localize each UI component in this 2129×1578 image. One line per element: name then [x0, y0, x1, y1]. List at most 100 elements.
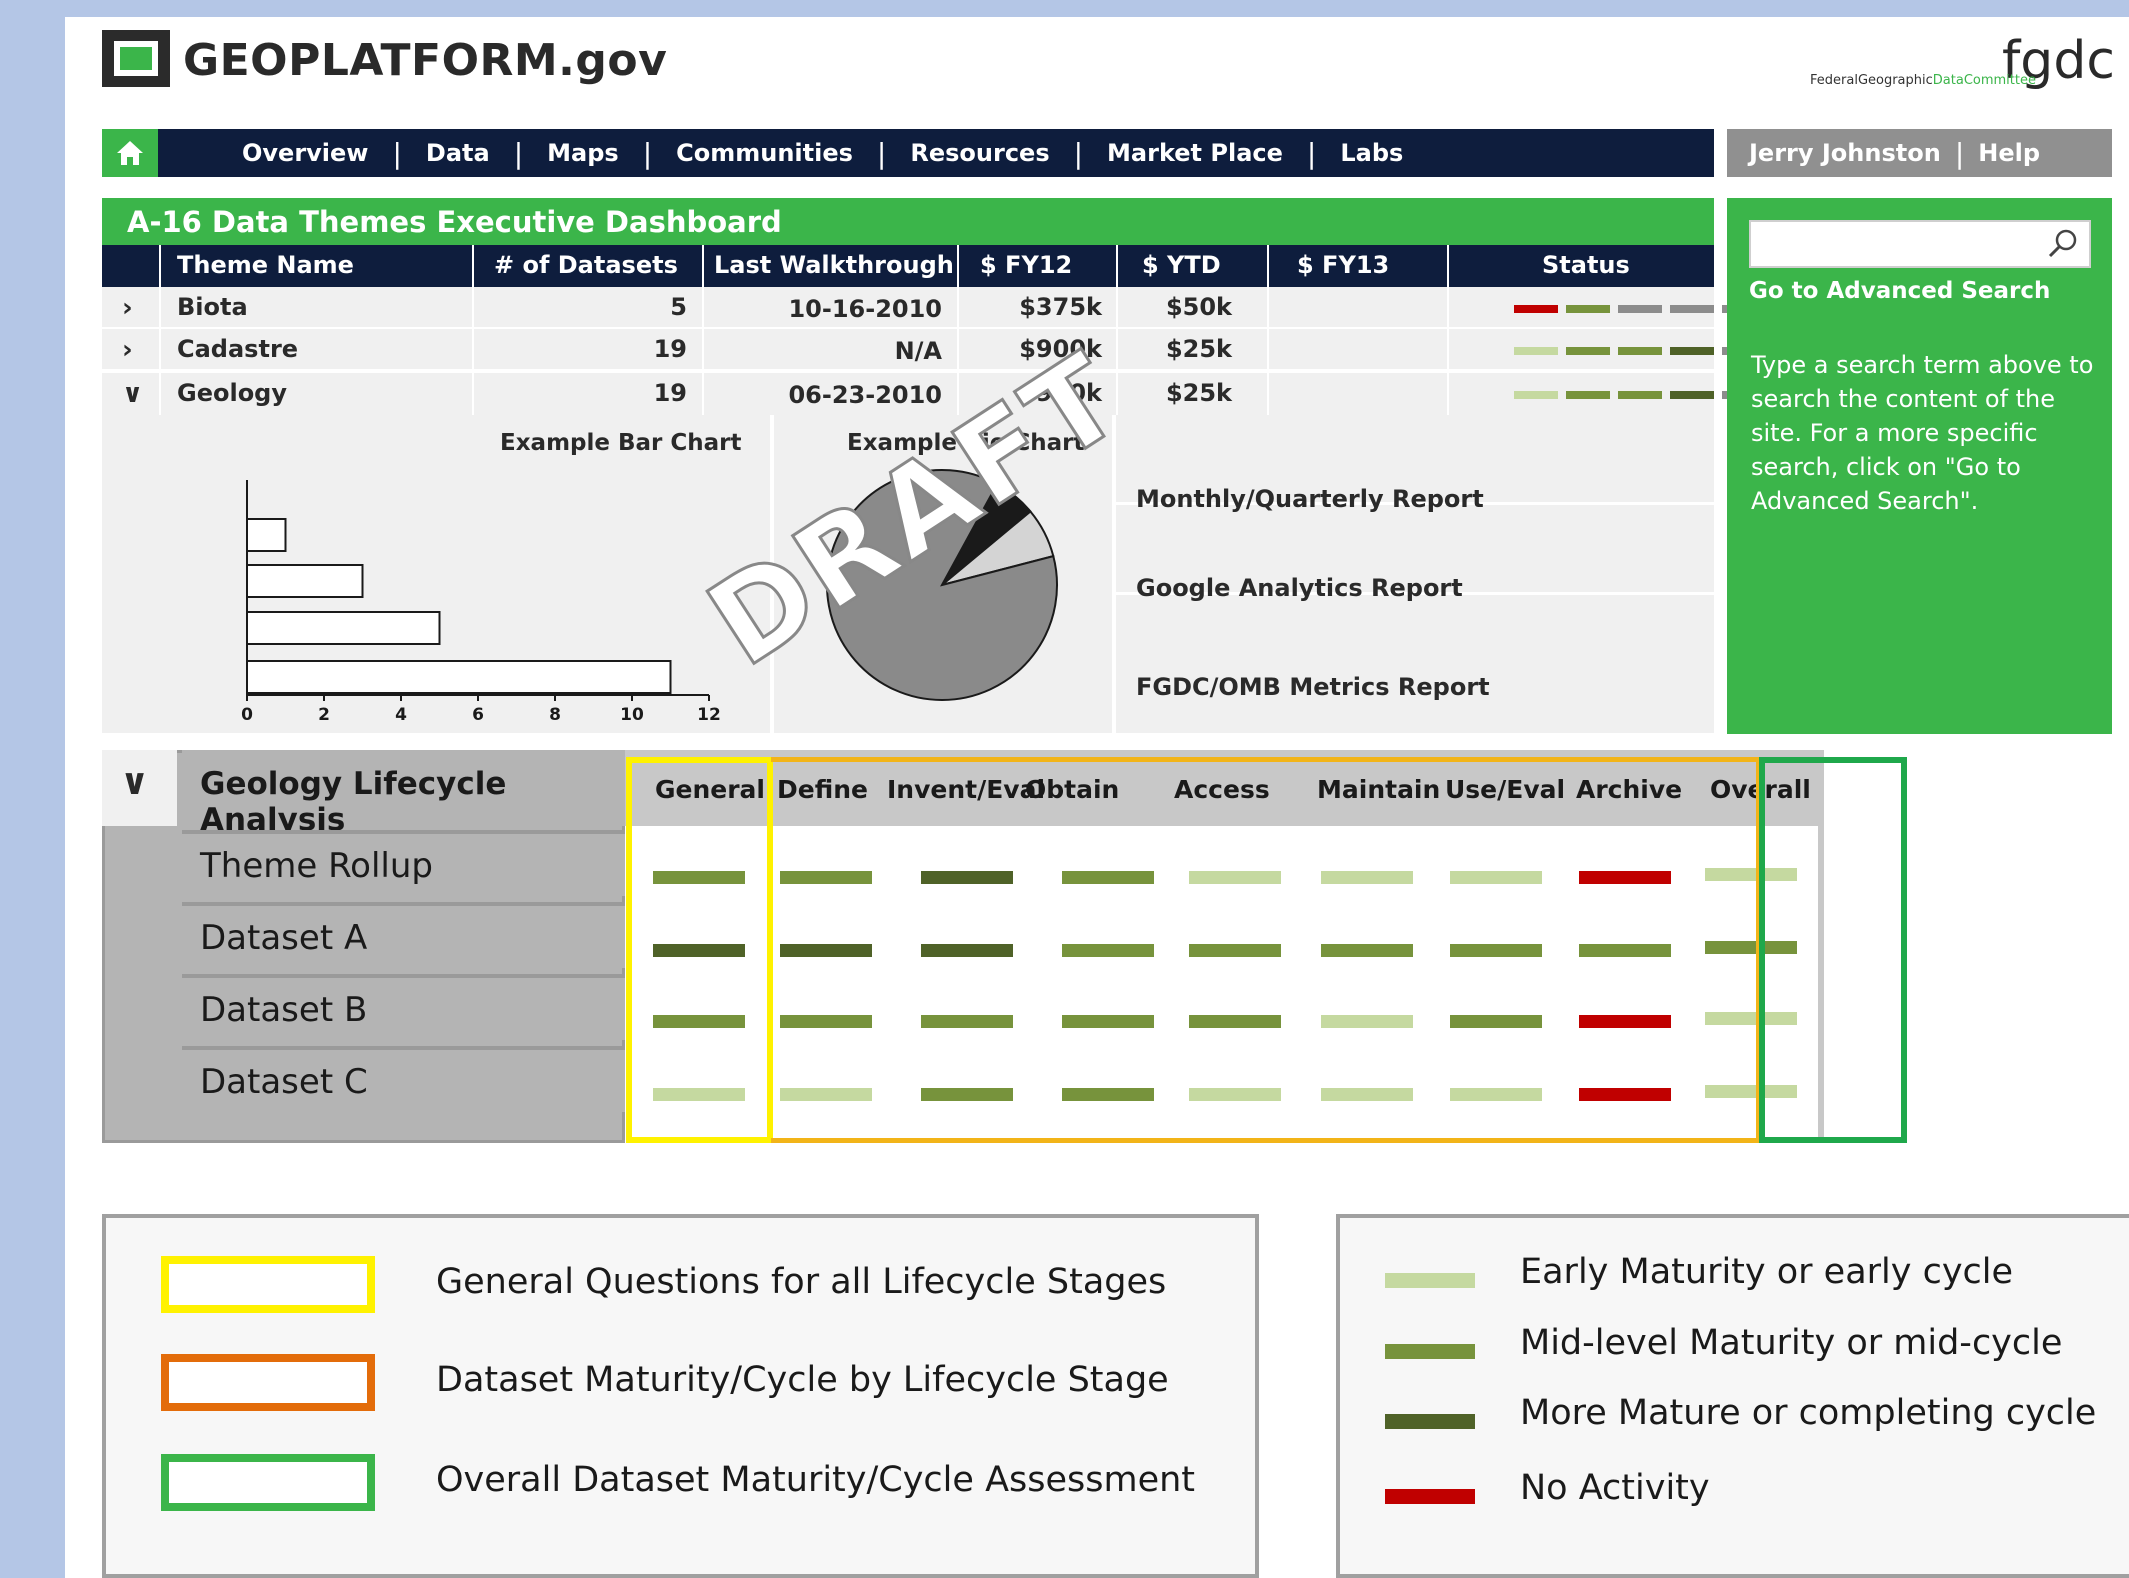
bar-mark[interactable] — [246, 564, 364, 598]
nav-item-data[interactable]: Data — [426, 139, 490, 167]
geoplatform-logo[interactable] — [102, 30, 170, 87]
nav-separator: | — [513, 136, 524, 170]
legend-frame-label: Overall Dataset Maturity/Cycle Assessmen… — [436, 1460, 1196, 1500]
bar-mark[interactable] — [246, 611, 441, 645]
legend-frame-label: General Questions for all Lifecycle Stag… — [436, 1262, 1167, 1302]
status-indicator — [1566, 347, 1610, 355]
maturity-legend: Early Maturity or early cycle Mid-level M… — [1336, 1214, 2129, 1578]
col-fy12[interactable]: $ FY12 — [980, 251, 1072, 279]
lifecycle-row-name: Theme Rollup — [200, 846, 434, 886]
status-indicator — [1514, 305, 1558, 313]
chevron-right-icon[interactable]: › — [122, 335, 133, 365]
col-status[interactable]: Status — [1542, 251, 1630, 279]
last-walkthrough: 10-16-2010 — [788, 295, 942, 323]
nav-separator: | — [1073, 136, 1084, 170]
theme-name[interactable]: Biota — [177, 293, 248, 321]
nav-separator: | — [1954, 136, 1965, 170]
legend-frame-swatch — [161, 1454, 375, 1511]
col-ytd[interactable]: $ YTD — [1142, 251, 1221, 279]
legend-frame-swatch — [161, 1256, 375, 1313]
help-link[interactable]: Help — [1978, 139, 2040, 167]
last-walkthrough: 06-23-2010 — [788, 381, 942, 409]
legend-level-swatch — [1385, 1489, 1475, 1504]
theme-name[interactable]: Cadastre — [177, 335, 298, 363]
chevron-down-icon[interactable]: ∨ — [122, 379, 143, 409]
status-indicator — [1618, 391, 1662, 399]
legend-level-label: No Activity — [1520, 1468, 1710, 1508]
legend-frame-label: Dataset Maturity/Cycle by Lifecycle Stag… — [436, 1360, 1169, 1400]
col-theme-name[interactable]: Theme Name — [177, 251, 354, 279]
nav-item-market-place[interactable]: Market Place — [1107, 139, 1283, 167]
lifecycle-row-name: Dataset A — [200, 918, 368, 958]
status-indicator — [1670, 391, 1714, 399]
fgdc-subtitle: FederalGeographicDataCommittee — [1810, 73, 2036, 88]
lifecycle-row-label[interactable]: Dataset C — [182, 1046, 625, 1112]
home-button[interactable] — [102, 129, 158, 177]
x-tick-label: 6 — [472, 705, 484, 725]
col-last-walkthrough[interactable]: Last Walkthrough — [714, 251, 954, 279]
lifecycle-collapse-button[interactable]: ∨ — [102, 750, 177, 826]
dashboard-row-cadastre[interactable]: › Cadastre 19 N/A $900k $25k — [102, 329, 1766, 371]
google-analytics-report-link[interactable]: Google Analytics Report — [1136, 574, 1463, 602]
frame-legend: General Questions for all Lifecycle Stag… — [102, 1214, 1259, 1578]
dataset-count: 19 — [653, 335, 687, 363]
x-tick-label: 0 — [241, 705, 253, 725]
search-input[interactable] — [1749, 220, 2091, 268]
page: GEOPLATFORM.gov fgdc FederalGeographicDa… — [65, 17, 2129, 1578]
last-walkthrough: N/A — [894, 337, 942, 365]
dashboard-row-biota[interactable]: › Biota 5 10-16-2010 $375k $50k — [102, 287, 1766, 329]
x-tick-label: 2 — [318, 705, 330, 725]
advanced-search-link[interactable]: Go to Advanced Search — [1749, 278, 2050, 304]
stage-highlight-frame — [771, 757, 1761, 1143]
nav-separator: | — [642, 136, 653, 170]
legend-level-label: Mid-level Maturity or mid-cycle — [1520, 1323, 2063, 1363]
fgdc-omb-metrics-report-link[interactable]: FGDC/OMB Metrics Report — [1136, 673, 1490, 701]
lifecycle-row-label[interactable]: Theme Rollup — [182, 830, 625, 896]
monthly-quarterly-report-link[interactable]: Monthly/Quarterly Report — [1136, 485, 1484, 513]
dataset-count: 5 — [670, 293, 687, 321]
lifecycle-title: Geology Lifecycle Analysis — [200, 766, 507, 838]
search-panel: Go to Advanced Search Type a search term… — [1727, 198, 2112, 734]
fy12-amount: $375k — [1019, 293, 1102, 321]
search-help-text: Type a search term above to search the c… — [1751, 351, 2094, 515]
lifecycle-row-label[interactable]: Dataset A — [182, 902, 625, 968]
bar-mark[interactable] — [246, 518, 287, 552]
main-nav: Overview | Data | Maps | Communities | Resources… — [102, 129, 1714, 177]
col-fy13[interactable]: $ FY13 — [1297, 251, 1389, 279]
nav-item-maps[interactable]: Maps — [547, 139, 619, 167]
nav-item-labs[interactable]: Labs — [1340, 139, 1403, 167]
theme-name[interactable]: Geology — [177, 379, 287, 407]
status-indicator — [1670, 305, 1714, 313]
legend-frame-swatch — [161, 1354, 375, 1411]
status-indicator — [1566, 391, 1610, 399]
nav-separator: | — [392, 136, 402, 170]
search-icon[interactable] — [2047, 228, 2079, 260]
nav-separator: | — [876, 136, 887, 170]
general-highlight-frame — [626, 757, 773, 1143]
x-tick-label: 4 — [395, 705, 407, 725]
status-indicator — [1618, 347, 1662, 355]
nav-item-resources[interactable]: Resources — [910, 139, 1049, 167]
user-bar: Jerry Johnston | Help — [1727, 129, 2112, 177]
bar-chart[interactable]: 0 2 4 6 8 10 12 — [102, 415, 770, 733]
ytd-amount: $25k — [1165, 335, 1232, 363]
nav-separator: | — [1306, 136, 1317, 170]
lifecycle-row-label[interactable]: Dataset B — [182, 974, 625, 1040]
legend-level-swatch — [1385, 1414, 1475, 1429]
col-datasets[interactable]: # of Datasets — [494, 251, 678, 279]
nav-item-overview[interactable]: Overview — [242, 139, 368, 167]
legend-level-swatch — [1385, 1273, 1475, 1288]
home-icon — [117, 141, 143, 165]
chevron-right-icon[interactable]: › — [122, 293, 133, 323]
dashboard-table-header: Theme Name # of Datasets Last Walkthroug… — [102, 245, 1714, 287]
lifecycle-row-name: Dataset B — [200, 990, 368, 1030]
legend-level-label: Early Maturity or early cycle — [1520, 1252, 2014, 1292]
legend-level-label: More Mature or completing cycle — [1520, 1393, 2097, 1433]
site-title[interactable]: GEOPLATFORM.gov — [183, 35, 667, 86]
dashboard-title-bar: A-16 Data Themes Executive Dashboard — [102, 198, 1714, 245]
dashboard-row-geology[interactable]: ∨ Geology 19 06-23-2010 $900k $25k — [102, 373, 1766, 417]
status-indicator — [1514, 391, 1558, 399]
user-name-link[interactable]: Jerry Johnston — [1749, 139, 1941, 167]
bar-mark[interactable] — [246, 660, 672, 694]
nav-item-communities[interactable]: Communities — [676, 139, 853, 167]
